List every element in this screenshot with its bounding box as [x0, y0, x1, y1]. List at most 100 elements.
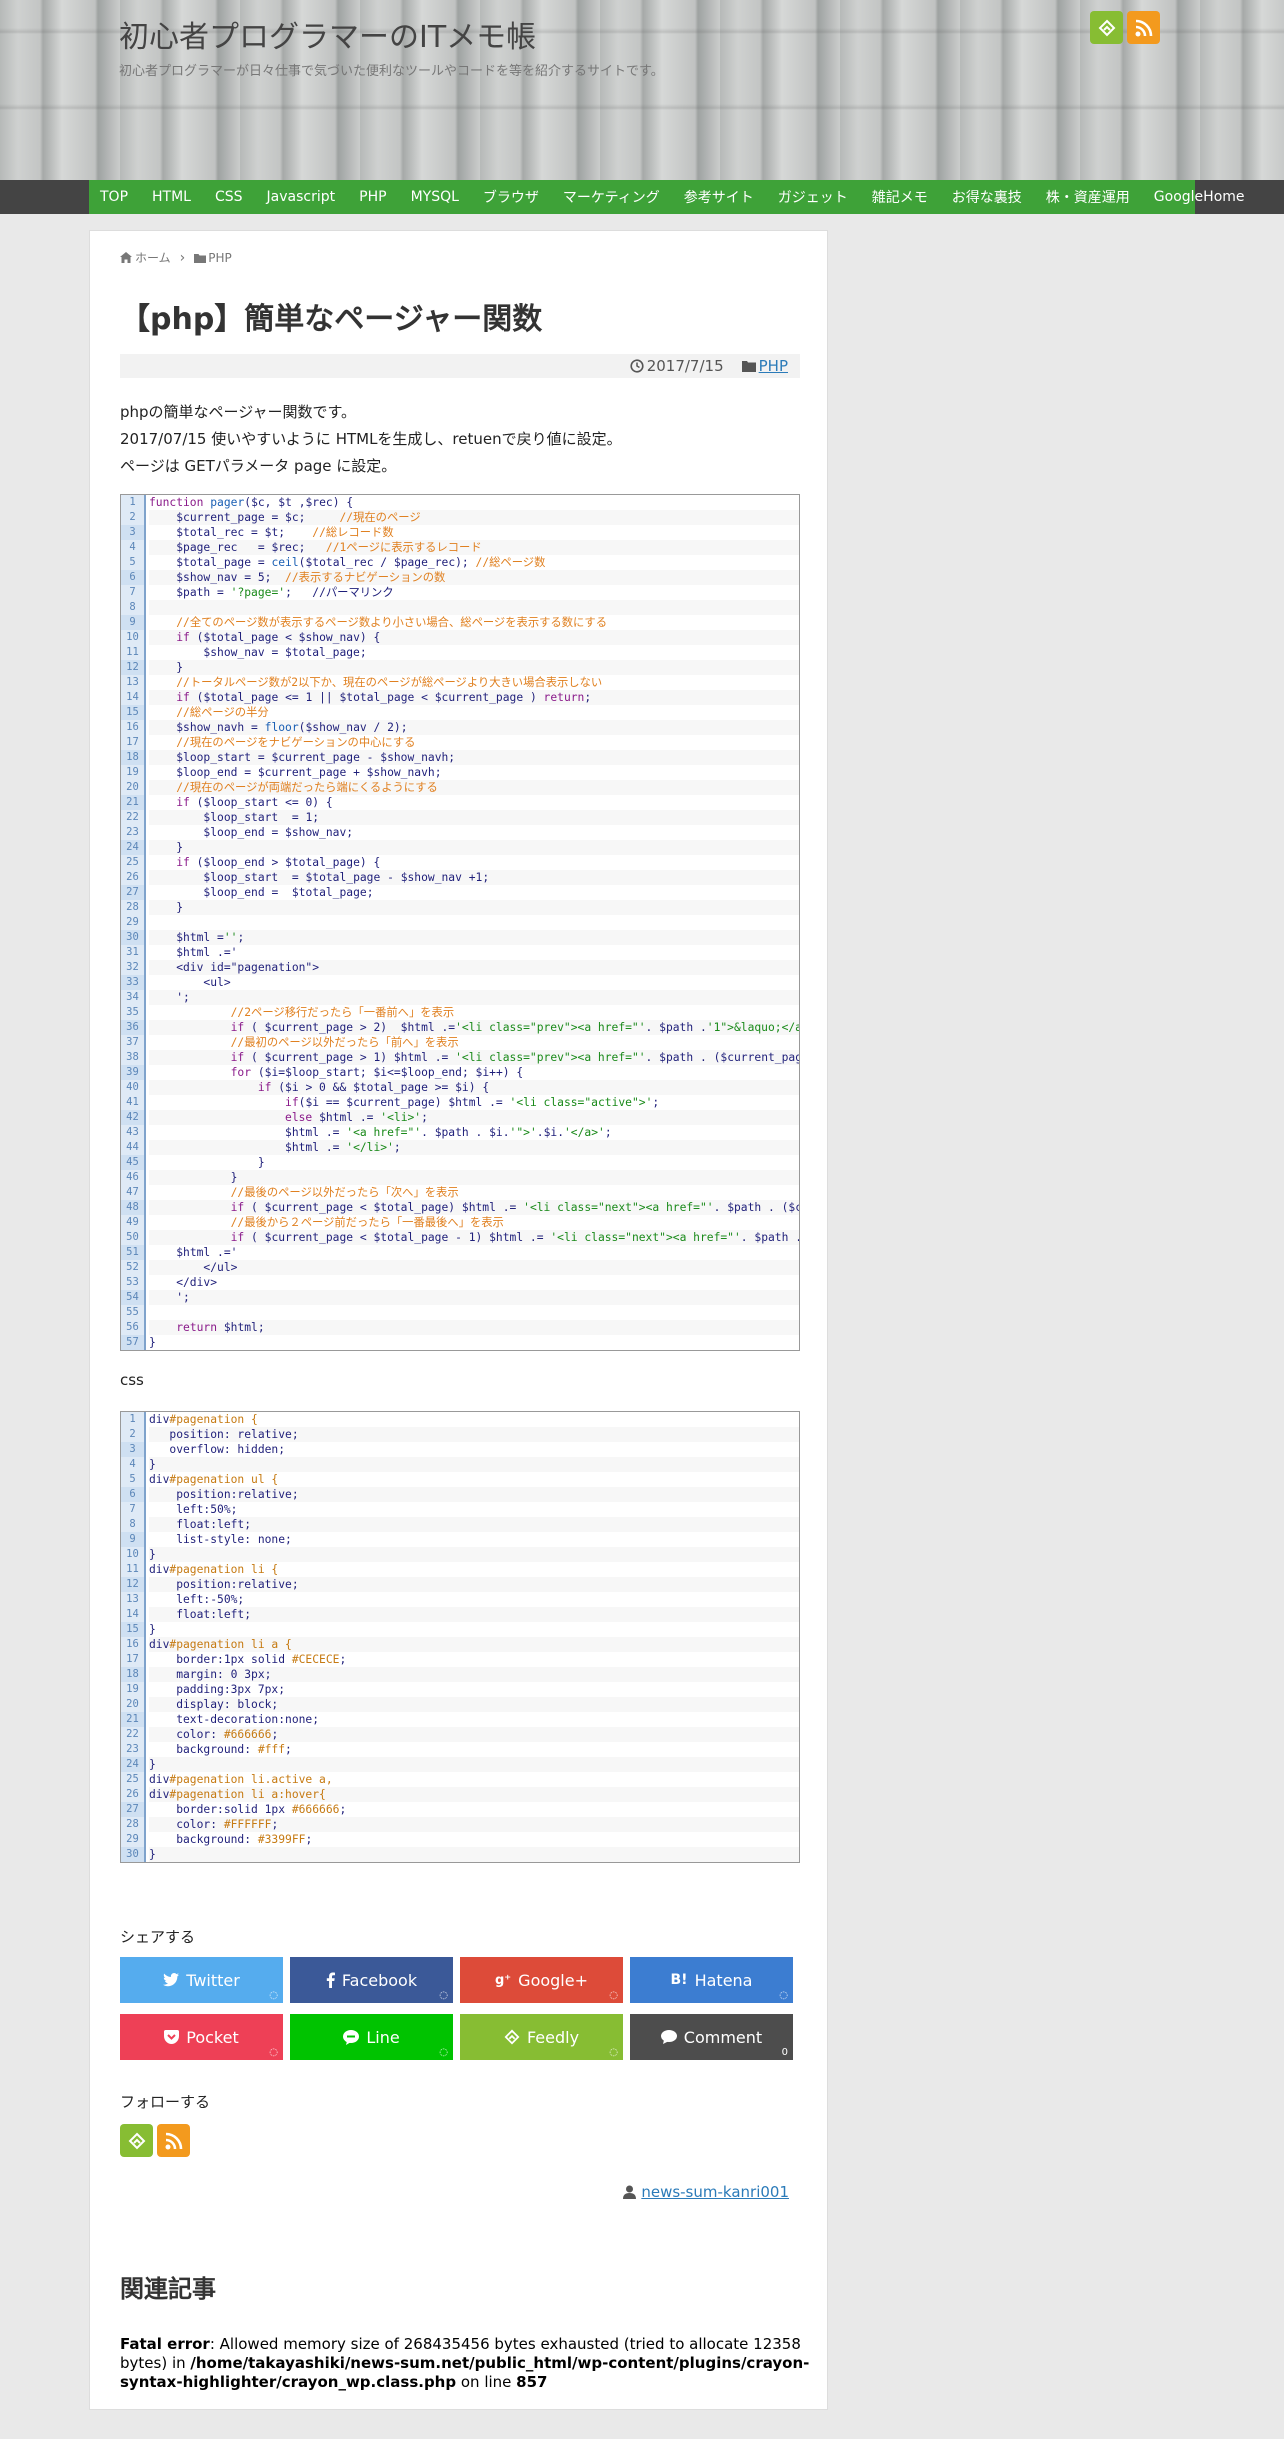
- clock-icon: [630, 359, 644, 373]
- code-text: <div id="pagenation">: [149, 960, 799, 975]
- nav-item-css[interactable]: CSS: [215, 189, 243, 205]
- code-text: color: #FFFFFF;: [149, 1817, 799, 1832]
- code-text: ';: [149, 1290, 799, 1305]
- php-code-line: 11 $show_nav = $total_page;: [121, 645, 799, 660]
- line-number: 15: [121, 705, 146, 720]
- css-code-line: 6 position:relative;: [121, 1487, 799, 1502]
- php-code-line: 17 //現在のページをナビゲーションの中心にする: [121, 735, 799, 750]
- line-number: 8: [121, 1517, 146, 1532]
- code-text: background: #3399FF;: [149, 1833, 313, 1846]
- feedly-icon[interactable]: [1090, 11, 1123, 44]
- share-button-feedly[interactable]: Feedly ◌: [460, 2014, 623, 2060]
- nav-item-marketing[interactable]: マーケティング: [563, 187, 660, 207]
- share-button-twitter[interactable]: Twitter ◌: [120, 1957, 283, 2003]
- nav-item-tips[interactable]: お得な裏技: [952, 187, 1022, 207]
- php-code-line: 55: [121, 1305, 799, 1320]
- site-title[interactable]: 初心者プログラマーのITメモ帳: [119, 12, 536, 56]
- php-code-line: 47 //最後のページ以外だったら「次へ」を表示: [121, 1185, 799, 1200]
- css-label: css: [120, 1371, 144, 1389]
- rss-icon[interactable]: [1127, 11, 1160, 44]
- php-code-line: 33 <ul>: [121, 975, 799, 990]
- feedly-icon[interactable]: [120, 2124, 153, 2157]
- code-text: $loop_start = $current_page - $show_navh…: [149, 750, 799, 765]
- fatal-error-message: Fatal error: Allowed memory size of 2684…: [120, 2335, 810, 2392]
- line-number: 45: [121, 1155, 146, 1170]
- nav-item-gadget[interactable]: ガジェット: [778, 187, 848, 207]
- nav-item-misc[interactable]: 雑記メモ: [872, 187, 928, 207]
- css-code-line: 20 display: block;: [121, 1697, 799, 1712]
- code-text: left:50%;: [149, 1503, 238, 1516]
- post-category-link[interactable]: PHP: [759, 357, 788, 375]
- nav-item-php[interactable]: PHP: [359, 189, 386, 205]
- line-number: 1: [121, 1412, 146, 1427]
- author-link[interactable]: news-sum-kanri001: [641, 2183, 789, 2201]
- line-number: 32: [121, 960, 146, 975]
- line-number: 18: [121, 1667, 146, 1682]
- line-number: 34: [121, 990, 146, 1005]
- line-number: 30: [121, 930, 146, 945]
- php-code-line: 28 }: [121, 900, 799, 915]
- nav-item-html[interactable]: HTML: [152, 189, 191, 205]
- nav-item-top[interactable]: TOP: [100, 189, 128, 205]
- nav-item-javascript[interactable]: Javascript: [267, 189, 336, 205]
- breadcrumb-home[interactable]: ホーム: [135, 249, 171, 266]
- error-on-line: on line: [456, 2373, 517, 2391]
- site-description: 初心者プログラマーが日々仕事で気づいた便利なツールやコードを等を紹介するサイトで…: [119, 64, 664, 79]
- nav-item-mysql[interactable]: MYSQL: [411, 189, 459, 205]
- line-number: 19: [121, 765, 146, 780]
- share-button-comment[interactable]: Comment 0: [630, 2014, 793, 2060]
- nav-item-googlehome[interactable]: GoogleHome: [1154, 189, 1245, 205]
- css-code-line: 14 float:left;: [121, 1607, 799, 1622]
- css-code-line: 19 padding:3px 7px;: [121, 1682, 799, 1697]
- php-code-line: 38 if ( $current_page > 1) $html .= '<li…: [121, 1050, 799, 1065]
- share-title: シェアする: [120, 1928, 196, 1946]
- line-number: 8: [121, 600, 146, 615]
- line-number: 26: [121, 870, 146, 885]
- pocket-icon: [164, 2030, 180, 2044]
- line-number: 41: [121, 1095, 146, 1110]
- line-number: 17: [121, 1652, 146, 1667]
- line-number: 46: [121, 1170, 146, 1185]
- line-number: 52: [121, 1260, 146, 1275]
- code-text: $current_page = $c; //現在のページ: [149, 510, 799, 525]
- line-number: 2: [121, 510, 146, 525]
- feedly-icon: [504, 2029, 520, 2045]
- line-number: 3: [121, 525, 146, 540]
- php-code-line: 12 }: [121, 660, 799, 675]
- nav-item-browser[interactable]: ブラウザ: [483, 187, 539, 207]
- share-button-googleplus[interactable]: g⁺ Google+ ◌: [460, 1957, 623, 2003]
- line-number: 12: [121, 1577, 146, 1592]
- code-text: //トータルページ数が2以下か、現在のページが総ページより大きい場合表示しない: [176, 676, 603, 689]
- rss-icon[interactable]: [157, 2124, 190, 2157]
- code-text: $path = '?page='; //パーマリンク: [176, 586, 394, 599]
- css-code-line: 13 left:-50%;: [121, 1592, 799, 1607]
- code-text: float:left;: [149, 1607, 799, 1622]
- css-code-line: 27 border:solid 1px #666666;: [121, 1802, 799, 1817]
- line-number: 10: [121, 630, 146, 645]
- code-text: div#pagenation li a:hover{: [149, 1787, 799, 1802]
- share-button-facebook[interactable]: Facebook ◌: [290, 1957, 453, 2003]
- share-count: ◌: [269, 1990, 278, 2001]
- line-number: 57: [121, 1335, 146, 1350]
- php-code-line: 37 //最初のページ以外だったら「前へ」を表示: [121, 1035, 799, 1050]
- line-number: 33: [121, 975, 146, 990]
- php-code-line: 6 $show_nav = 5; //表示するナビゲーションの数: [121, 570, 799, 585]
- breadcrumb-category[interactable]: PHP: [208, 251, 232, 265]
- user-icon: [623, 2185, 637, 2199]
- nav-item-investment[interactable]: 株・資産運用: [1046, 187, 1130, 207]
- line-number: 3: [121, 1442, 146, 1457]
- code-text: $total_rec = $t; //総レコード数: [176, 526, 394, 539]
- code-text: $show_nav = 5; //表示するナビゲーションの数: [149, 570, 799, 585]
- share-button-hatena[interactable]: B! Hatena ◌: [630, 1957, 793, 2003]
- intro-line-1: phpの簡単なページャー関数です。: [120, 403, 357, 421]
- line-number: 25: [121, 1772, 146, 1787]
- share-button-pocket[interactable]: Pocket ◌: [120, 2014, 283, 2060]
- line-number: 28: [121, 900, 146, 915]
- line-number: 31: [121, 945, 146, 960]
- php-code-line: 4 $page_rec = $rec; //1ページに表示するレコード: [121, 540, 799, 555]
- nav-item-reference[interactable]: 参考サイト: [684, 187, 754, 207]
- php-code-line: 30 $html ='';: [121, 930, 799, 945]
- line-number: 39: [121, 1065, 146, 1080]
- share-button-line[interactable]: Line ◌: [290, 2014, 453, 2060]
- php-code-block: 1 function pager($c, $t ,$rec) {2 $curren…: [120, 494, 800, 1351]
